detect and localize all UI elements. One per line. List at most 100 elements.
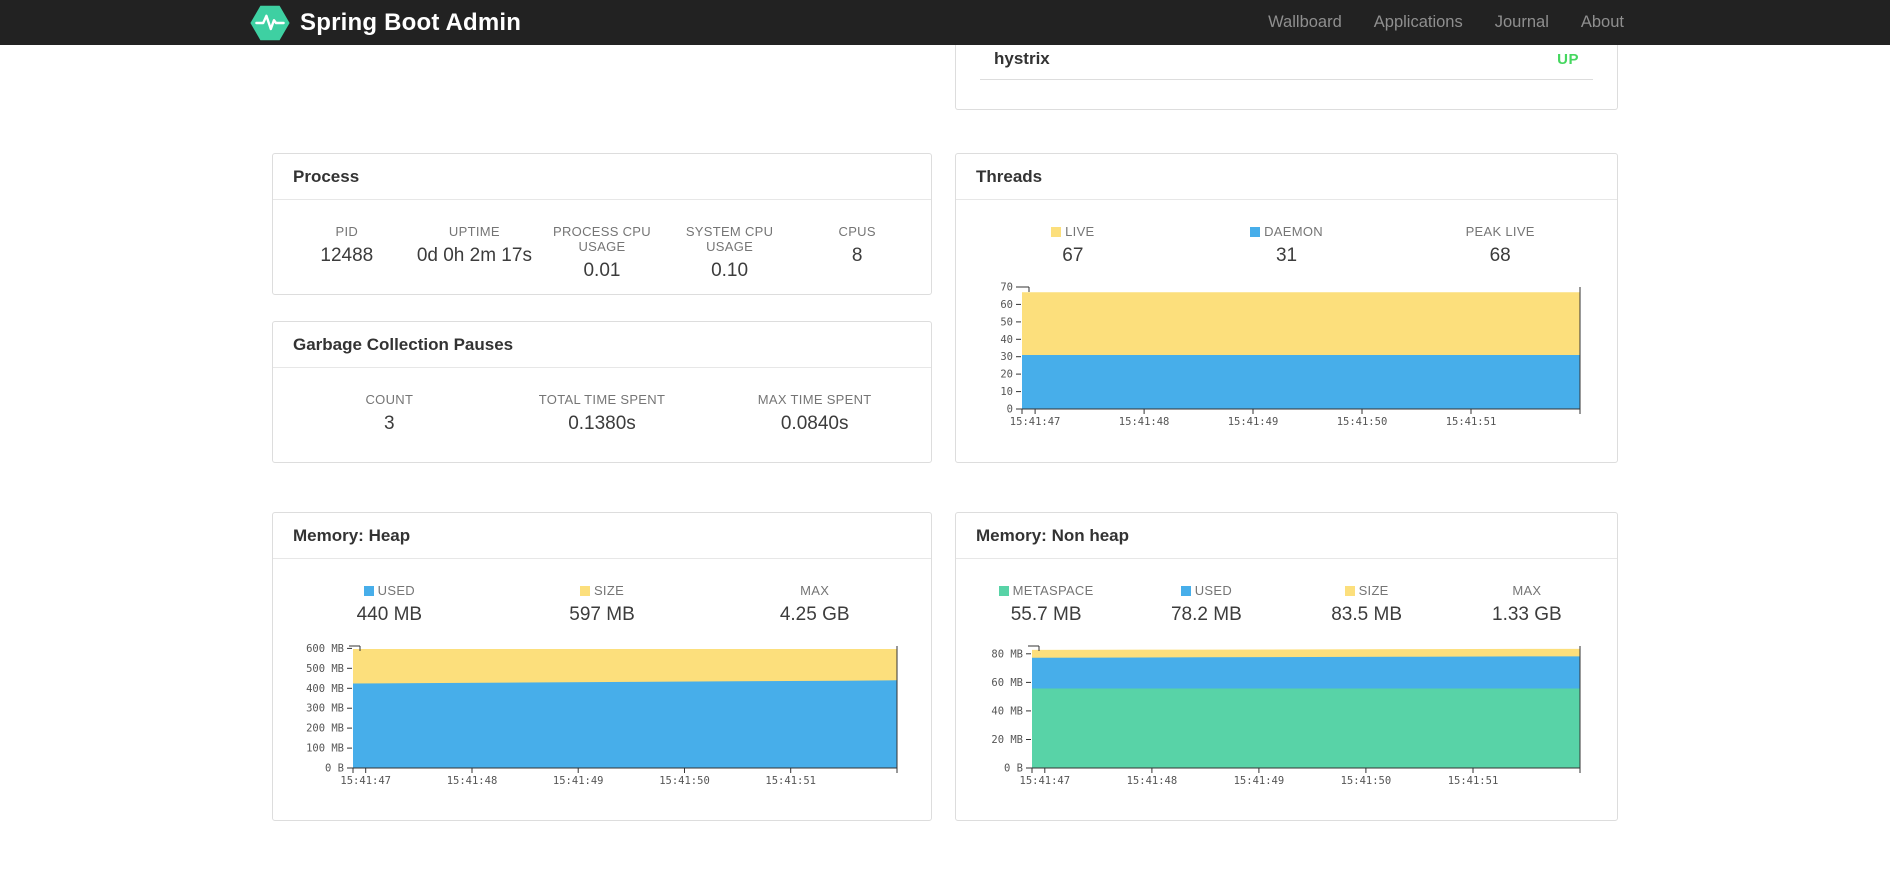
svg-text:15:41:48: 15:41:48 bbox=[1119, 416, 1170, 428]
svg-text:15:41:48: 15:41:48 bbox=[1127, 775, 1178, 787]
nonheap-chart-area: 0 B 20 MB 40 MB 60 MB 80 MB 15:41:47 15:41:48 1… bbox=[956, 638, 1617, 795]
main-content: hystrix UP Process PID 12488 UPTIME 0d 0… bbox=[272, 0, 1618, 821]
gc-card-title: Garbage Collection Pauses bbox=[273, 322, 931, 368]
svg-text:50: 50 bbox=[1000, 316, 1013, 328]
metric-label: PROCESS CPU USAGE bbox=[553, 224, 651, 254]
svg-text:15:41:48: 15:41:48 bbox=[447, 775, 498, 787]
metric-value: 0.1380s bbox=[568, 413, 636, 434]
process-card: Process PID 12488 UPTIME 0d 0h 2m 17s PR… bbox=[272, 153, 932, 295]
metric-label: PID bbox=[335, 224, 359, 239]
process-card-title: Process bbox=[273, 154, 931, 200]
gc-metrics: COUNT 3 TOTAL TIME SPENT 0.1380s MAX TIM… bbox=[273, 368, 931, 435]
metric-gc-total-time: TOTAL TIME SPENT 0.1380s bbox=[496, 392, 709, 435]
brand[interactable]: Spring Boot Admin bbox=[250, 5, 521, 41]
metric-nonheap-metaspace: METASPACE 55.7 MB bbox=[966, 583, 1126, 626]
metric-value: 4.25 GB bbox=[779, 604, 850, 625]
heap-card: Memory: Heap USED 440 MB SIZE 597 MB MAX… bbox=[272, 512, 932, 821]
heap-chart-area: 0 B 100 MB 200 MB 300 MB 400 MB 500 MB 600 MB 1… bbox=[273, 638, 931, 795]
metric-label: TOTAL TIME SPENT bbox=[538, 392, 666, 407]
legend-swatch bbox=[1344, 586, 1355, 596]
legend-swatch bbox=[1180, 586, 1191, 596]
metric-label: MAX TIME SPENT bbox=[757, 392, 872, 407]
gc-card: Garbage Collection Pauses COUNT 3 TOTAL … bbox=[272, 321, 932, 463]
metric-value: 0d 0h 2m 17s bbox=[416, 245, 532, 266]
svg-text:15:41:49: 15:41:49 bbox=[553, 775, 604, 787]
metric-label: COUNT bbox=[365, 392, 414, 407]
svg-text:15:41:49: 15:41:49 bbox=[1234, 775, 1285, 787]
nav-link-applications[interactable]: Applications bbox=[1358, 13, 1479, 32]
metric-process-cpu: PROCESS CPU USAGE 0.01 bbox=[538, 224, 666, 282]
svg-text:40 MB: 40 MB bbox=[991, 705, 1023, 717]
metric-threads-live: LIVE 67 bbox=[966, 224, 1180, 267]
svg-text:600 MB: 600 MB bbox=[306, 643, 344, 655]
metric-threads-daemon: DAEMON 31 bbox=[1180, 224, 1394, 267]
svg-text:15:41:50: 15:41:50 bbox=[1337, 416, 1388, 428]
nav-link-journal[interactable]: Journal bbox=[1479, 13, 1565, 32]
metric-gc-max-time: MAX TIME SPENT 0.0840s bbox=[708, 392, 921, 435]
nav-links: Wallboard Applications Journal About bbox=[1252, 0, 1640, 45]
metric-label: MAX bbox=[1512, 583, 1542, 598]
metric-value: 1.33 GB bbox=[1492, 604, 1562, 625]
metric-value: 0.10 bbox=[711, 260, 749, 281]
metric-value: 3 bbox=[384, 413, 395, 434]
svg-text:15:41:47: 15:41:47 bbox=[340, 775, 391, 787]
health-service-name: hystrix bbox=[994, 49, 1050, 68]
heap-chart: 0 B 100 MB 200 MB 300 MB 400 MB 500 MB 600 MB 1… bbox=[306, 643, 898, 787]
metric-heap-used: USED 440 MB bbox=[283, 583, 496, 626]
metric-label: LIVE bbox=[1065, 224, 1095, 239]
nav-link-wallboard[interactable]: Wallboard bbox=[1252, 13, 1358, 32]
nonheap-chart: 0 B 20 MB 40 MB 60 MB 80 MB 15:41:47 15:41:48 1… bbox=[991, 645, 1581, 787]
threads-metrics: LIVE 67 DAEMON 31 PEAK LIVE 68 bbox=[956, 200, 1617, 267]
metric-value: 0.01 bbox=[583, 260, 621, 281]
health-row-hystrix: hystrix UP bbox=[980, 45, 1593, 80]
metric-label: METASPACE bbox=[1012, 583, 1094, 598]
svg-text:70: 70 bbox=[1000, 282, 1013, 294]
svg-text:300 MB: 300 MB bbox=[306, 703, 344, 715]
metric-label: SIZE bbox=[1358, 583, 1389, 598]
metric-label: UPTIME bbox=[448, 224, 500, 239]
metric-value: 67 bbox=[1062, 245, 1084, 266]
metric-uptime: UPTIME 0d 0h 2m 17s bbox=[411, 224, 539, 282]
svg-text:15:41:50: 15:41:50 bbox=[1341, 775, 1392, 787]
svg-text:500 MB: 500 MB bbox=[306, 663, 344, 675]
svg-text:15:41:51: 15:41:51 bbox=[1446, 416, 1497, 428]
metric-gc-count: COUNT 3 bbox=[283, 392, 496, 435]
metric-heap-size: SIZE 597 MB bbox=[496, 583, 709, 626]
metric-value: 31 bbox=[1275, 245, 1298, 266]
metric-heap-max: MAX 4.25 GB bbox=[708, 583, 921, 626]
metric-pid: PID 12488 bbox=[283, 224, 411, 282]
threads-card-title: Threads bbox=[956, 154, 1617, 200]
metric-value: 78.2 MB bbox=[1170, 604, 1242, 625]
metric-label: DAEMON bbox=[1264, 224, 1323, 239]
svg-text:15:41:47: 15:41:47 bbox=[1020, 775, 1071, 787]
metric-label: SYSTEM CPU USAGE bbox=[685, 224, 774, 254]
heap-metrics: USED 440 MB SIZE 597 MB MAX 4.25 GB bbox=[273, 559, 931, 626]
legend-swatch bbox=[1051, 227, 1062, 237]
nav-link-about[interactable]: About bbox=[1565, 13, 1640, 32]
svg-text:15:41:51: 15:41:51 bbox=[765, 775, 816, 787]
metric-nonheap-max: MAX 1.33 GB bbox=[1447, 583, 1607, 626]
svg-text:15:41:50: 15:41:50 bbox=[659, 775, 710, 787]
metric-value: 0.0840s bbox=[780, 413, 849, 434]
threads-card: Threads LIVE 67 DAEMON 31 PEAK LIVE 68 0… bbox=[955, 153, 1618, 463]
nonheap-card-title: Memory: Non heap bbox=[956, 513, 1617, 559]
heap-card-title: Memory: Heap bbox=[273, 513, 931, 559]
svg-text:0: 0 bbox=[1007, 404, 1013, 416]
metric-cpus: CPUS 8 bbox=[793, 224, 921, 282]
svg-text:10: 10 bbox=[1000, 386, 1013, 398]
legend-swatch bbox=[998, 586, 1009, 596]
legend-swatch bbox=[1250, 227, 1261, 237]
svg-text:0 B: 0 B bbox=[325, 763, 344, 775]
metric-nonheap-size: SIZE 83.5 MB bbox=[1287, 583, 1447, 626]
svg-text:30: 30 bbox=[1000, 351, 1013, 363]
metric-value: 12488 bbox=[320, 245, 374, 266]
metric-value: 55.7 MB bbox=[1010, 604, 1082, 625]
metric-value: 83.5 MB bbox=[1331, 604, 1402, 625]
metric-label: CPUS bbox=[838, 224, 876, 239]
metric-nonheap-used: USED 78.2 MB bbox=[1126, 583, 1286, 626]
legend-swatch bbox=[363, 586, 374, 596]
metric-threads-peak-live: PEAK LIVE 68 bbox=[1393, 224, 1607, 267]
navbar: Spring Boot Admin Wallboard Applications… bbox=[0, 0, 1890, 45]
metric-label: MAX bbox=[800, 583, 830, 598]
svg-text:15:41:49: 15:41:49 bbox=[1228, 416, 1279, 428]
